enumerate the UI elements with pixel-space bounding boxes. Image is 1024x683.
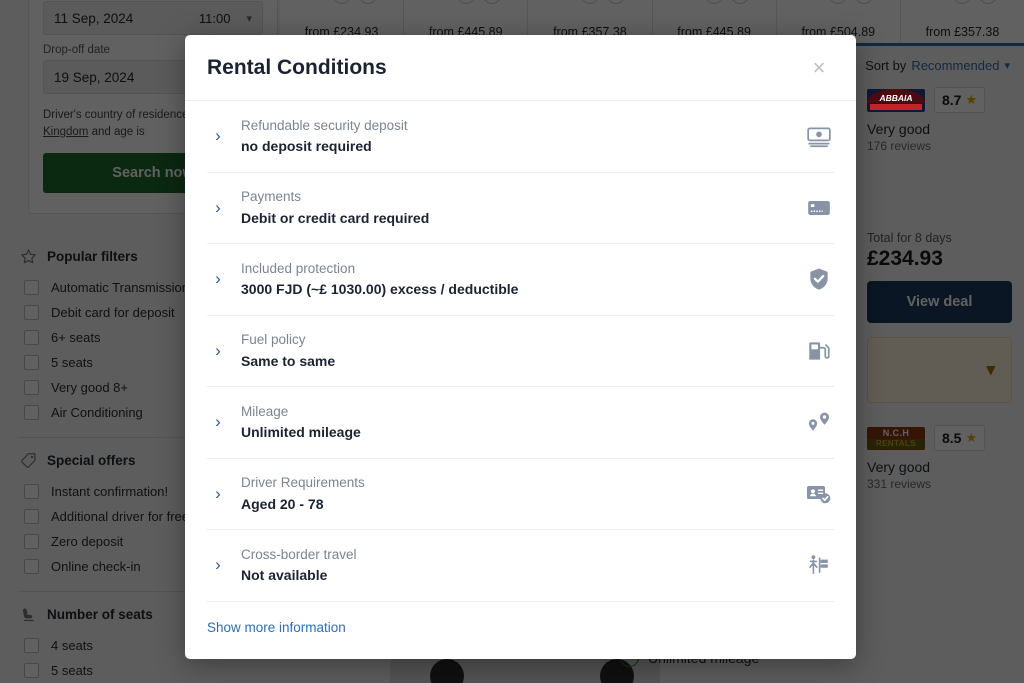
border-flag-icon — [804, 552, 834, 578]
page-root: from £234.93from £445.89from £357.38from… — [0, 0, 1024, 683]
chevron-right-icon[interactable]: › — [207, 341, 227, 361]
condition-label: Fuel policy — [241, 332, 306, 348]
shield-check-icon — [804, 266, 834, 292]
condition-label: Payments — [241, 189, 302, 205]
condition-label: Refundable security deposit — [241, 117, 408, 133]
supplier-logo-line1: ABBAIA — [879, 92, 913, 103]
condition-label: Included protection — [241, 260, 356, 276]
condition-text: Mileage Unlimited mileage — [241, 402, 790, 443]
chevron-right-icon[interactable]: › — [207, 126, 227, 146]
condition-text: Driver Requirements Aged 20 - 78 — [241, 473, 790, 514]
chevron-right-icon[interactable]: › — [207, 555, 227, 575]
close-icon[interactable]: × — [804, 53, 834, 83]
condition-label: Driver Requirements — [241, 475, 365, 491]
chevron-right-icon[interactable]: › — [207, 269, 227, 289]
condition-label: Mileage — [241, 403, 289, 419]
condition-row[interactable]: › Payments Debit or credit card required — [207, 173, 834, 244]
condition-text: Refundable security deposit no deposit re… — [241, 116, 790, 157]
conditions-list: › Refundable security deposit no deposit r… — [185, 101, 856, 603]
map-pins-icon — [804, 409, 834, 435]
condition-text: Fuel policy Same to same — [241, 330, 790, 371]
condition-row[interactable]: › Included protection 3000 FJD (~£ 1030.00… — [207, 244, 834, 316]
chevron-right-icon[interactable]: › — [207, 412, 227, 432]
show-more-information-link[interactable]: Show more information — [207, 620, 346, 635]
modal-footer: Show more information — [185, 603, 856, 659]
condition-label: Cross-border travel — [241, 546, 357, 562]
condition-value: no deposit required — [241, 138, 372, 155]
modal-header: Rental Conditions × — [185, 35, 856, 101]
condition-text: Cross-border travel Not available — [241, 545, 790, 586]
chevron-right-icon[interactable]: › — [207, 198, 227, 218]
condition-row[interactable]: › Refundable security deposit no deposit r… — [207, 101, 834, 173]
supplier-logo-abbaia: ABBAIA — [867, 88, 925, 112]
condition-value: Not available — [241, 567, 328, 584]
condition-row[interactable]: › Cross-border travel Not available — [207, 530, 834, 602]
condition-text: Payments Debit or credit card required — [241, 187, 790, 228]
condition-value: Aged 20 - 78 — [241, 495, 324, 512]
modal-title: Rental Conditions — [207, 55, 387, 79]
credit-card-icon — [804, 195, 834, 221]
condition-row[interactable]: › Driver Requirements Aged 20 - 78 — [207, 459, 834, 530]
fuel-pump-icon — [804, 338, 834, 364]
condition-value: Debit or credit card required — [241, 209, 430, 226]
condition-value: 3000 FJD (~£ 1030.00) excess / deductibl… — [241, 281, 519, 298]
condition-value: Same to same — [241, 352, 336, 369]
condition-row[interactable]: › Fuel policy Same to same — [207, 316, 834, 387]
banknote-icon — [804, 123, 834, 149]
chevron-right-icon[interactable]: › — [207, 484, 227, 504]
logo-bar — [870, 103, 922, 110]
condition-value: Unlimited mileage — [241, 424, 361, 441]
id-card-check-icon — [804, 481, 834, 507]
condition-row[interactable]: › Mileage Unlimited mileage — [207, 387, 834, 459]
rental-conditions-modal: Rental Conditions × › Refundable security… — [185, 35, 856, 659]
condition-text: Included protection 3000 FJD (~£ 1030.00)… — [241, 259, 790, 300]
